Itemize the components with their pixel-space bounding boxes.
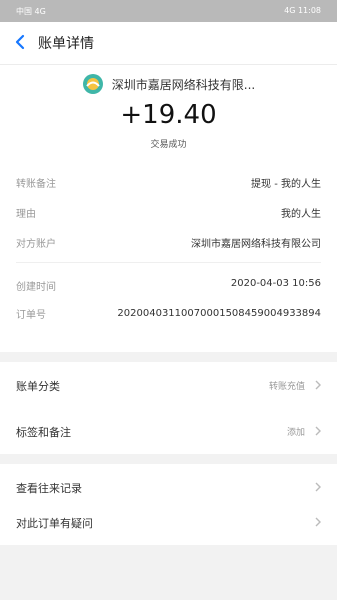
bottom-area [0,545,337,600]
merchant-info: 深圳市嘉居网络科技有限... [0,72,337,96]
menu-tags-notes[interactable]: 标签和备注 添加 [0,408,337,454]
detail-label: 创建时间 [16,282,56,293]
detail-value: 提现 - 我的人生 [251,179,321,190]
transaction-status: 交易成功 [150,140,187,150]
detail-label: 理由 [16,209,36,220]
section-gap [0,352,337,362]
detail-value[interactable]: 20200403110070001508459004933894 [81,306,321,322]
detail-value: 深圳市嘉居网络科技有限公司 [191,239,321,250]
detail-value: 我的人生 [281,209,321,220]
transaction-amount: +19.40 [120,100,217,130]
back-arrow-icon[interactable] [12,33,30,51]
page-title: 账单详情 [38,36,94,52]
merchant-logo-icon [82,74,103,94]
menu-label: 标签和备注 [16,426,71,439]
detail-label: 订单号 [16,310,46,321]
menu-label: 对此订单有疑问 [16,517,93,530]
section-gap [0,454,337,464]
merchant-name: 深圳市嘉居网络科技有限... [111,77,256,92]
nav-bar: 账单详情 [0,22,337,65]
detail-value: 2020-04-03 10:56 [230,278,321,289]
detail-label: 对方账户 [16,239,56,250]
menu-hint: 添加 [286,428,305,438]
chevron-right-icon [315,482,321,492]
divider [16,262,321,263]
menu-label: 账单分类 [16,380,60,393]
status-bar: 中国 4G 4G 11:08 [0,0,337,22]
status-right: 4G 11:08 [284,6,321,15]
menu-label: 查看往来记录 [16,482,82,495]
menu-bill-category[interactable]: 账单分类 转账充值 [0,362,337,408]
detail-label: 转账备注 [16,179,56,190]
chevron-right-icon [315,426,321,436]
menu-hint: 转账充值 [268,382,305,392]
status-left: 中国 4G [16,7,46,16]
menu-order-question[interactable]: 对此订单有疑问 [0,499,337,545]
chevron-right-icon [315,517,321,527]
chevron-right-icon [315,380,321,390]
